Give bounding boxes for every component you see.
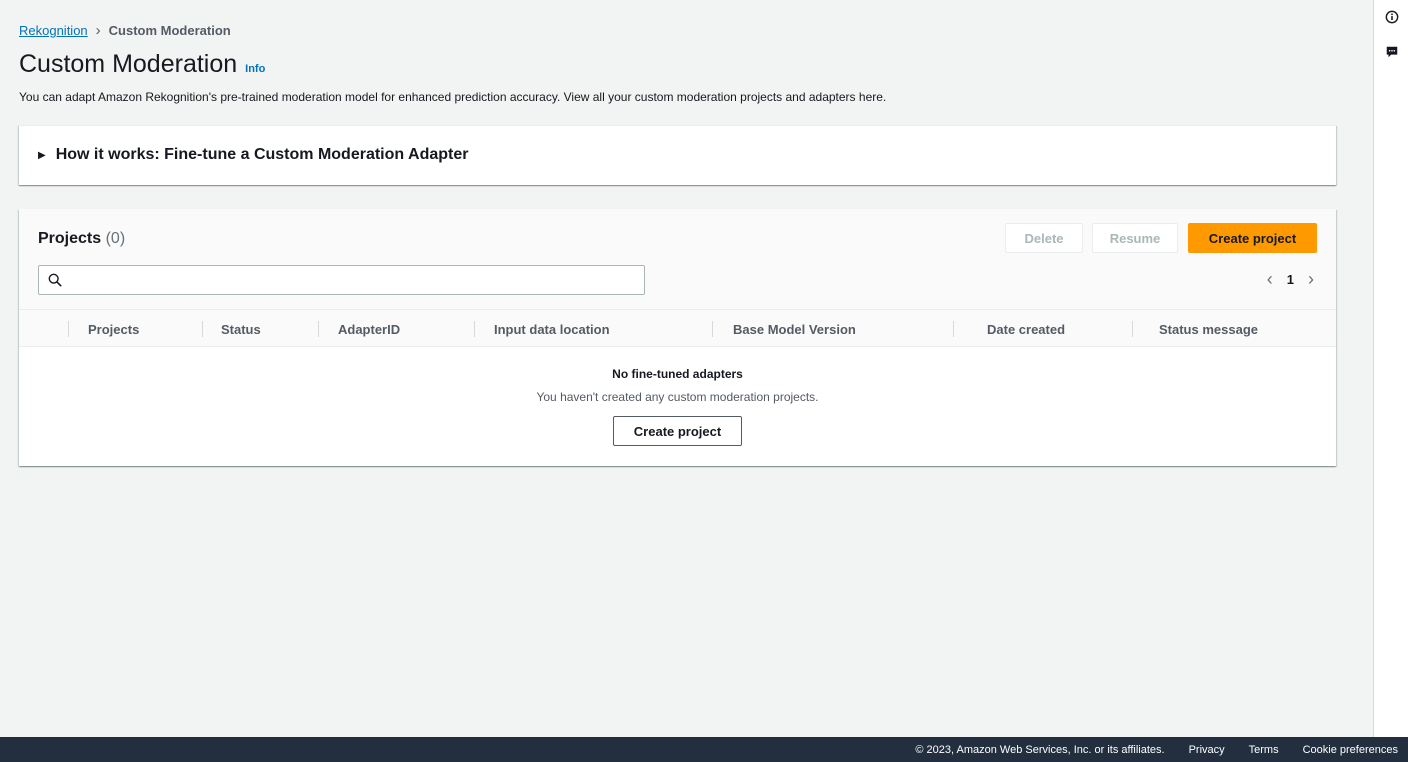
page-title-container: Custom Moderation Info [19,50,265,79]
column-header-status[interactable]: Status [221,310,261,348]
chevron-right-icon: › [95,22,101,39]
column-divider [318,321,319,337]
pagination: ‹ 1 › [1267,269,1314,290]
column-divider [1132,321,1133,337]
column-header-adapterid[interactable]: AdapterID [338,310,400,348]
column-header-input-data-location[interactable]: Input data location [494,310,610,348]
right-rail [1373,0,1408,737]
empty-state-description: You haven't created any custom moderatio… [536,390,819,404]
column-divider [474,321,475,337]
empty-state: No fine-tuned adapters You haven't creat… [19,347,1336,466]
chevron-right-icon[interactable]: › [1308,269,1314,290]
column-divider [68,321,69,337]
main-content: Rekognition › Custom Moderation Custom M… [0,0,1373,737]
info-icon[interactable] [1384,9,1400,25]
column-header-base-model-version[interactable]: Base Model Version [733,310,856,348]
footer-privacy-link[interactable]: Privacy [1189,744,1225,756]
projects-count: (0) [105,230,126,247]
delete-button[interactable]: Delete [1005,223,1083,253]
how-it-works-toggle[interactable]: ▶ How it works: Fine-tune a Custom Moder… [38,146,468,164]
column-divider [202,321,203,337]
page-title: Custom Moderation [19,50,238,78]
column-header-date-created[interactable]: Date created [987,310,1065,348]
breadcrumb: Rekognition › Custom Moderation [19,22,231,39]
how-it-works-panel: ▶ How it works: Fine-tune a Custom Moder… [19,125,1336,185]
footer-cookie-preferences-link[interactable]: Cookie preferences [1303,744,1398,756]
column-divider [953,321,954,337]
projects-panel: Projects (0) Delete Resume Create projec… [19,209,1336,466]
footer: © 2023, Amazon Web Services, Inc. or its… [0,737,1408,762]
how-it-works-label: How it works: Fine-tune a Custom Moderat… [55,146,469,163]
column-header-projects[interactable]: Projects [88,310,139,348]
column-header-status-message[interactable]: Status message [1159,310,1258,348]
projects-title-text: Projects [38,230,102,247]
projects-panel-header: Projects (0) Delete Resume Create projec… [19,209,1336,309]
empty-create-project-button[interactable]: Create project [613,416,742,446]
chevron-left-icon[interactable]: ‹ [1267,269,1273,290]
breadcrumb-rekognition-link[interactable]: Rekognition [19,23,88,38]
resume-button[interactable]: Resume [1092,223,1178,253]
search-input[interactable] [71,270,631,290]
table-header: Projects Status AdapterID Input data loc… [19,309,1336,347]
caret-right-icon: ▶ [38,149,46,161]
feedback-icon[interactable] [1384,44,1400,60]
page-number[interactable]: 1 [1287,272,1294,287]
footer-copyright: © 2023, Amazon Web Services, Inc. or its… [915,743,1165,756]
footer-terms-link[interactable]: Terms [1249,744,1279,756]
column-divider [712,321,713,337]
info-link[interactable]: Info [245,63,265,75]
breadcrumb-current: Custom Moderation [108,23,231,38]
search-field [38,265,645,295]
projects-title: Projects (0) [38,230,125,248]
search-icon [48,273,62,287]
create-project-button[interactable]: Create project [1188,223,1317,253]
page-description: You can adapt Amazon Rekognition's pre-t… [19,90,887,104]
empty-state-title: No fine-tuned adapters [612,367,743,381]
